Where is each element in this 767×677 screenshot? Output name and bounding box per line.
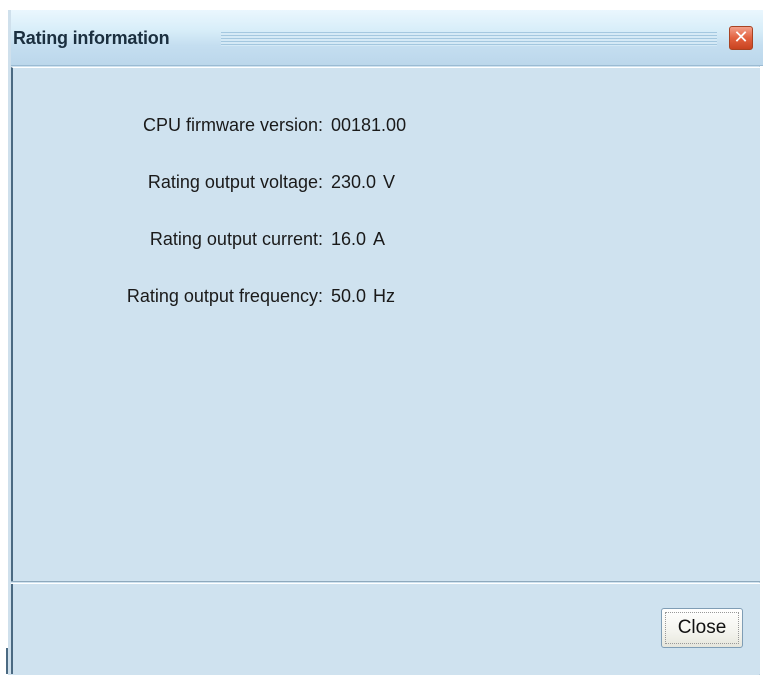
dialog-footer: Close	[11, 584, 760, 674]
output-voltage-label: Rating output voltage:	[147, 172, 323, 192]
output-frequency-value: 50.0 Hz	[331, 286, 395, 307]
output-current-number: 16.0	[331, 229, 367, 249]
output-voltage-value: 230.0 V	[331, 172, 395, 193]
info-panel: CPU firmware version: 00181.00 Rating ou…	[11, 67, 760, 582]
info-row-output-frequency: Rating output frequency: 50.0 Hz	[13, 286, 713, 310]
output-current-label: Rating output current:	[149, 229, 323, 249]
output-frequency-label: Rating output frequency:	[126, 286, 323, 306]
info-row-cpu-firmware: CPU firmware version: 00181.00	[13, 115, 713, 139]
output-current-unit: A	[373, 229, 386, 249]
cpu-firmware-number: 00181.00	[331, 115, 407, 135]
info-row-output-voltage: Rating output voltage: 230.0 V	[13, 172, 713, 196]
output-voltage-number: 230.0	[331, 172, 377, 192]
close-button[interactable]: Close	[661, 608, 743, 648]
titlebar-grip-stripes	[221, 32, 717, 46]
output-frequency-number: 50.0	[331, 286, 367, 306]
output-voltage-unit: V	[383, 172, 396, 192]
output-current-value: 16.0 A	[331, 229, 385, 250]
cpu-firmware-label: CPU firmware version:	[142, 115, 323, 135]
rating-information-dialog: Rating information ✕ CPU firmware versio…	[8, 10, 763, 675]
dialog-titlebar[interactable]: Rating information ✕	[11, 10, 763, 66]
cpu-firmware-value: 00181.00	[331, 115, 406, 136]
window-edge-accent	[6, 648, 8, 674]
output-frequency-unit: Hz	[373, 286, 396, 306]
info-row-output-current: Rating output current: 16.0 A	[13, 229, 713, 253]
dialog-title: Rating information	[13, 28, 170, 48]
close-icon[interactable]: ✕	[729, 26, 753, 50]
